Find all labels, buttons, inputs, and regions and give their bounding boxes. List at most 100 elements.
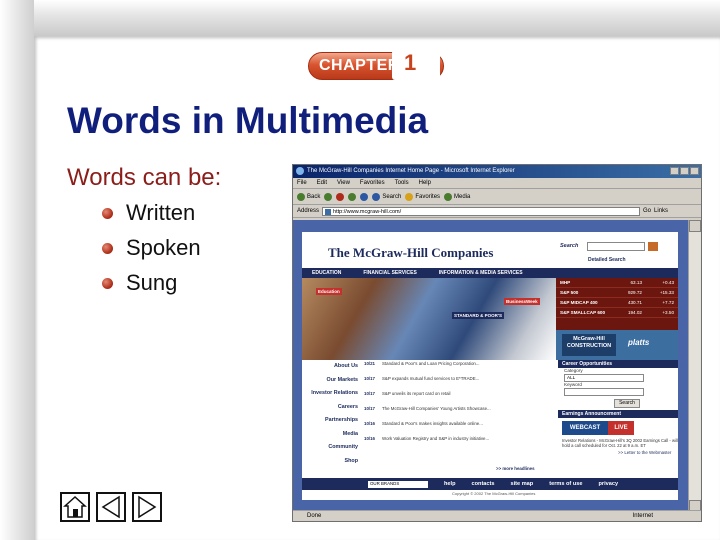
careers-heading: Career Opportunities: [558, 360, 678, 368]
close-icon[interactable]: [690, 167, 699, 175]
menu-favorites[interactable]: Favorites: [360, 178, 385, 188]
browser-scrollbar[interactable]: [688, 220, 701, 512]
webcast-banner[interactable]: WEBCAST LIVE: [562, 421, 634, 435]
browser-title: The McGraw-Hill Companies Internet Home …: [307, 168, 515, 174]
sidebar-item-about-us[interactable]: About Us: [302, 360, 362, 374]
news-item[interactable]: 10/16 Standard & Poor's makes insights av…: [364, 420, 556, 435]
home-button[interactable]: [60, 492, 90, 522]
refresh-button[interactable]: [348, 189, 357, 204]
favorites-label: Favorites: [415, 193, 441, 200]
copyright-text: Copyright © 2002 The McGraw-Hill Compani…: [452, 491, 536, 496]
triangle-right-icon: [138, 495, 157, 519]
letter-webmaster-link[interactable]: >> Letter to the Webmaster: [558, 448, 678, 455]
back-label: Back: [307, 193, 321, 200]
search-icon: [372, 192, 381, 201]
nav-information-media[interactable]: INFORMATION & MEDIA SERVICES: [439, 270, 523, 276]
footer-contacts-link[interactable]: contacts: [472, 481, 495, 487]
slide-left-band: [0, 0, 34, 540]
browser-screenshot: The McGraw-Hill Companies Internet Home …: [292, 164, 702, 522]
menu-file[interactable]: File: [297, 178, 307, 188]
site-search-input[interactable]: [587, 242, 645, 251]
bullet-item: Sung: [102, 270, 201, 305]
news-item[interactable]: 10/17 S&P expands mutual fund services to…: [364, 375, 556, 390]
menu-help[interactable]: Help: [419, 178, 431, 188]
ticker-row: MHP 63.13 +0.43: [556, 278, 678, 288]
sidebar-item-media[interactable]: Media: [302, 428, 362, 442]
news-headline: Work Valuation Registry and S&P in indus…: [382, 436, 490, 441]
earnings-heading: Earnings Announcement: [558, 410, 678, 418]
maximize-icon[interactable]: [680, 167, 689, 175]
news-date: 10/16: [364, 436, 375, 441]
footer-help-link[interactable]: help: [444, 481, 456, 487]
promo-construction[interactable]: McGraw-Hill CONSTRUCTION: [562, 334, 616, 356]
media-button[interactable]: Media: [444, 189, 470, 204]
scroll-up-icon[interactable]: [689, 220, 701, 232]
site-footer: OUR BRANDS help contacts site map terms …: [302, 478, 678, 490]
bullet-text: Sung: [126, 270, 178, 295]
search-button[interactable]: Search: [372, 189, 401, 204]
hero-tag-sp[interactable]: STANDARD & POOR'S: [452, 312, 504, 319]
more-headlines-link[interactable]: >> more headlines: [496, 466, 535, 471]
next-button[interactable]: [132, 492, 162, 522]
stop-icon: [336, 192, 345, 201]
webcast-label: WEBCAST: [562, 421, 608, 435]
stop-button[interactable]: [336, 189, 345, 204]
bullet-icon: [102, 278, 113, 289]
footer-sitemap-link[interactable]: site map: [511, 481, 534, 487]
career-panel: Career Opportunities Category ALL Keywor…: [558, 360, 678, 475]
nav-financial-services[interactable]: FINANCIAL SERVICES: [363, 270, 416, 276]
menu-edit[interactable]: Edit: [317, 178, 327, 188]
detailed-search-link[interactable]: Detailed Search: [588, 257, 626, 263]
address-input[interactable]: http://www.mcgraw-hill.com/: [322, 206, 641, 216]
previous-button[interactable]: [96, 492, 126, 522]
footer-privacy-link[interactable]: privacy: [598, 481, 618, 487]
ticker-name: MHP: [560, 280, 571, 285]
forward-button[interactable]: [324, 189, 333, 204]
media-icon: [444, 192, 453, 201]
go-button[interactable]: Go: [643, 205, 651, 218]
ticker-row: S&P MIDCAP 400 430.71 +7.72: [556, 298, 678, 308]
keyword-input[interactable]: [564, 388, 644, 396]
home-icon: [360, 192, 369, 201]
bullet-text: Spoken: [126, 235, 201, 260]
home-toolbar-button[interactable]: [360, 189, 369, 204]
forward-arrow-icon: [324, 192, 333, 201]
menu-view[interactable]: View: [337, 178, 350, 188]
menu-tools[interactable]: Tools: [395, 178, 409, 188]
category-select[interactable]: ALL: [564, 374, 644, 382]
news-item[interactable]: 10/17 The McGraw-Hill Companies' Young Ar…: [364, 405, 556, 420]
back-button[interactable]: Back: [297, 189, 320, 204]
news-item[interactable]: 10/16 Work Valuation Registry and S&P in …: [364, 435, 556, 450]
sidebar-item-partnerships[interactable]: Partnerships: [302, 414, 362, 428]
stock-ticker: MHP 63.13 +0.43 S&P 500 929.72 +15.33 S&…: [556, 278, 678, 330]
sidebar-item-shop[interactable]: Shop: [302, 455, 362, 469]
hero-tag-businessweek[interactable]: BusinessWeek: [504, 298, 540, 305]
webcast-live-label: LIVE: [608, 421, 634, 435]
news-item[interactable]: 10/21 Standard & Poor's and Loan Pricing …: [364, 360, 556, 375]
news-headline: The McGraw-Hill Companies' Young Artists…: [382, 406, 491, 411]
news-headline: Standard & Poor's and Loan Pricing Corpo…: [382, 361, 480, 366]
bullet-text: Written: [126, 200, 196, 225]
favorites-button[interactable]: Favorites: [405, 189, 440, 204]
career-search-button[interactable]: Search: [614, 399, 640, 408]
news-headline: S&P unveils its report card on retail: [382, 391, 451, 396]
ticker-row: S&P SMALLCAP 600 194.02 +3.50: [556, 308, 678, 318]
site-logo[interactable]: The McGraw-Hill Companies: [328, 245, 493, 261]
sidebar-item-investor-relations[interactable]: Investor Relations: [302, 387, 362, 401]
nav-education[interactable]: EDUCATION: [312, 270, 341, 276]
promo-platts[interactable]: platts: [628, 338, 649, 347]
bullet-list: Written Spoken Sung: [102, 200, 201, 305]
minimize-icon[interactable]: [670, 167, 679, 175]
hero-tag-education[interactable]: Education: [316, 288, 342, 295]
sidebar-item-our-markets[interactable]: Our Markets: [302, 374, 362, 388]
bullet-icon: [102, 243, 113, 254]
sidebar-item-careers[interactable]: Careers: [302, 401, 362, 415]
sidebar-item-community[interactable]: Community: [302, 441, 362, 455]
site-nav: EDUCATION FINANCIAL SERVICES INFORMATION…: [302, 268, 678, 278]
brands-select[interactable]: OUR BRANDS: [368, 480, 428, 488]
ticker-value: 194.02: [627, 310, 642, 315]
site-search-go-button[interactable]: [648, 242, 658, 251]
links-button[interactable]: Links: [654, 205, 668, 218]
news-item[interactable]: 10/17 S&P unveils its report card on reta…: [364, 390, 556, 405]
footer-terms-link[interactable]: terms of use: [549, 481, 582, 487]
